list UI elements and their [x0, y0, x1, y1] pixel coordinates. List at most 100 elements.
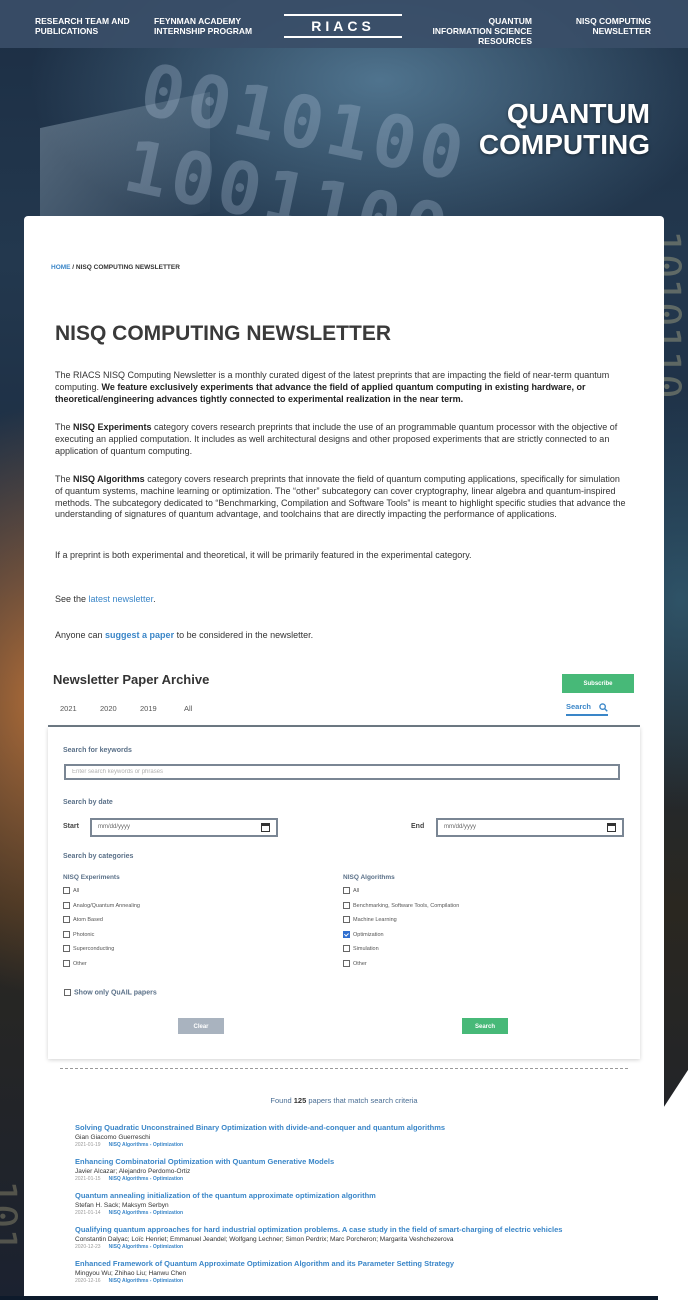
experiments-option[interactable]: Atom Based	[63, 916, 103, 926]
algorithms-option-label: Optimization	[353, 931, 384, 938]
quail-only-toggle[interactable]: Show only QuAIL papers	[64, 989, 157, 996]
quail-checkbox[interactable]	[64, 989, 71, 996]
page-title: NISQ COMPUTING NEWSLETTER	[55, 322, 391, 345]
latest-newsletter-paragraph: See the latest newsletter.	[55, 594, 629, 606]
suggest-paper-post: to be considered in the newsletter.	[174, 630, 314, 640]
experiments-checkbox[interactable]	[63, 916, 70, 923]
result-item: Enhanced Framework of Quantum Approximat…	[75, 1259, 635, 1285]
experiments-checkbox[interactable]	[63, 945, 70, 952]
result-item: Enhancing Combinatorial Optimization wit…	[75, 1157, 635, 1183]
suggest-paper-link[interactable]: suggest a paper	[105, 630, 174, 640]
latest-newsletter-pre: See the	[55, 594, 89, 604]
results-summary: Found 125 papers that match search crite…	[24, 1096, 664, 1105]
results-summary-prefix: Found	[270, 1096, 294, 1105]
result-date: 2020-12-23	[75, 1244, 101, 1250]
result-meta: 2020-12-23 NISQ Algorithms - Optimization	[75, 1244, 635, 1251]
end-date-input[interactable]: mm/dd/yyyy	[436, 818, 624, 837]
intro-paragraph-1: The RIACS NISQ Computing Newsletter is a…	[55, 370, 629, 405]
experiments-checkbox[interactable]	[63, 959, 70, 967]
search-icon	[599, 703, 608, 712]
experiments-option[interactable]: Other	[63, 959, 87, 970]
experiments-option-label: Analog/Quantum Annealing	[73, 902, 140, 909]
tab-search-label: Search	[566, 702, 592, 711]
result-title-link[interactable]: Quantum annealing initialization of the …	[75, 1191, 635, 1201]
result-title-link[interactable]: Qualifying quantum approaches for hard i…	[75, 1225, 635, 1235]
background-binary-strip: 1010110	[662, 230, 688, 399]
experiments-option[interactable]: Superconducting	[63, 945, 114, 955]
nav-research-team[interactable]: Research Team and Publications	[35, 16, 135, 36]
experiments-checkbox[interactable]	[63, 930, 70, 938]
date-label: Search by date	[63, 799, 113, 806]
latest-newsletter-link[interactable]: latest newsletter	[89, 594, 154, 604]
algorithms-option[interactable]: All	[343, 887, 359, 897]
subscribe-button[interactable]: Subscribe	[562, 674, 634, 693]
start-date-label: Start	[63, 823, 79, 830]
algorithms-checkbox[interactable]	[343, 887, 350, 894]
experiments-option[interactable]: Photonic	[63, 930, 95, 941]
tab-search[interactable]: Search	[566, 702, 608, 716]
result-title-link[interactable]: Solving Quadratic Unconstrained Binary O…	[75, 1123, 635, 1133]
algorithms-option-label: Other	[353, 960, 367, 967]
tab-2019[interactable]: 2019	[140, 704, 157, 713]
keywords-label: Search for keywords	[63, 747, 132, 754]
algorithms-option[interactable]: Other	[343, 959, 367, 970]
algorithms-checkbox[interactable]	[343, 916, 350, 923]
nav-nisq-newsletter[interactable]: NISQ Computing Newsletter	[561, 16, 651, 36]
result-item: Qualifying quantum approaches for hard i…	[75, 1225, 635, 1251]
keywords-input[interactable]	[64, 764, 620, 780]
algorithms-checkbox[interactable]	[343, 930, 350, 938]
result-category: NISQ Algorithms - Optimization	[108, 1142, 184, 1148]
result-authors: Stefan H. Sack; Maksym Serbyn	[75, 1202, 169, 1209]
breadcrumb-home-link[interactable]: HOME	[51, 264, 71, 271]
breadcrumb: HOME / NISQ COMPUTING NEWSLETTER	[51, 264, 180, 271]
algorithms-checkbox[interactable]	[343, 901, 350, 909]
clear-button[interactable]: Clear	[178, 1018, 224, 1034]
hero-title-line1: Quantum	[506, 98, 650, 129]
algorithms-checkbox[interactable]	[343, 945, 350, 952]
experiments-option[interactable]: Analog/Quantum Annealing	[63, 901, 140, 912]
result-category: NISQ Algorithms - Optimization	[108, 1176, 184, 1182]
results-divider	[60, 1068, 628, 1069]
hero-title: Quantum Computing	[479, 98, 650, 160]
tab-2020[interactable]: 2020	[100, 704, 117, 713]
experiments-term: NISQ Experiments	[73, 422, 152, 432]
result-date: 2021-01-15	[75, 1176, 101, 1182]
search-button[interactable]: Search	[462, 1018, 508, 1034]
tab-2021[interactable]: 2021	[60, 704, 77, 713]
algorithms-text-pre: The	[55, 474, 74, 484]
experiments-checkbox[interactable]	[63, 901, 70, 909]
start-date-placeholder: mm/dd/yyyy	[98, 824, 131, 830]
algorithms-checkbox[interactable]	[343, 959, 350, 967]
riacs-logo[interactable]: RIACS	[284, 14, 402, 38]
result-authors: Mingyou Wu; Zhihao Liu; Hanwu Chen	[75, 1270, 187, 1277]
calendar-icon[interactable]	[607, 823, 616, 832]
nav-quantum-resources[interactable]: Quantum Information Science Resources	[428, 16, 532, 46]
result-date: 2020-12-16	[75, 1278, 101, 1284]
nav-feynman-academy[interactable]: Feynman Academy Internship Program	[154, 16, 254, 36]
result-meta: 2021-01-15 NISQ Algorithms - Optimization	[75, 1176, 635, 1183]
result-category: NISQ Algorithms - Optimization	[108, 1278, 184, 1284]
experiments-checkbox[interactable]	[63, 887, 70, 894]
hero-title-line2: Computing	[478, 129, 650, 160]
algorithms-option[interactable]: Benchmarking, Software Tools, Compilatio…	[343, 901, 459, 912]
algorithms-option-label: Machine Learning	[353, 916, 397, 923]
calendar-icon[interactable]	[261, 823, 270, 832]
result-date: 2021-01-19	[75, 1142, 101, 1148]
experiments-option-label: Photonic	[73, 931, 95, 938]
intro-emphasis: We feature exclusively experiments that …	[55, 381, 586, 404]
categories-label: Search by categories	[63, 853, 134, 860]
quail-label: Show only QuAIL papers	[74, 989, 157, 997]
algorithms-option[interactable]: Optimization	[343, 930, 384, 941]
result-authors: Gian Giacomo Guerreschi	[75, 1134, 151, 1141]
result-title-link[interactable]: Enhanced Framework of Quantum Approximat…	[75, 1259, 635, 1269]
algorithms-option[interactable]: Machine Learning	[343, 916, 397, 926]
start-date-input[interactable]: mm/dd/yyyy	[90, 818, 278, 837]
tab-all[interactable]: All	[184, 704, 192, 713]
algorithms-option[interactable]: Simulation	[343, 945, 379, 955]
algorithms-paragraph: The NISQ Algorithms category covers rese…	[55, 474, 629, 521]
experiments-option[interactable]: All	[63, 887, 79, 897]
preprint-note: If a preprint is both experimental and t…	[55, 550, 472, 560]
result-title-link[interactable]: Enhancing Combinatorial Optimization wit…	[75, 1157, 635, 1167]
result-item: Quantum annealing initialization of the …	[75, 1191, 635, 1217]
experiments-option-label: Superconducting	[73, 945, 115, 952]
